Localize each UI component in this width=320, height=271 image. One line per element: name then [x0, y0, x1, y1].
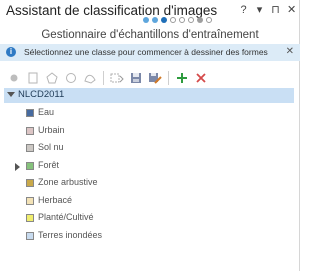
- expand-caret-icon[interactable]: [15, 162, 20, 171]
- info-bar: i Sélectionnez une classe pour commencer…: [0, 44, 300, 61]
- class-color-swatch: [26, 109, 34, 117]
- class-label: Forêt: [38, 159, 60, 170]
- info-icon: i: [6, 47, 16, 57]
- class-item[interactable]: Urbain: [4, 125, 292, 139]
- help-icon[interactable]: ?: [239, 3, 248, 17]
- options-menu-icon[interactable]: ▾: [255, 3, 264, 17]
- polygon-tool-icon[interactable]: [44, 70, 60, 86]
- class-item[interactable]: Eau: [4, 107, 292, 121]
- wizard-step-dot[interactable]: [179, 17, 185, 23]
- drawing-toolbar: [6, 68, 294, 88]
- wizard-step-dot[interactable]: [161, 17, 167, 23]
- wizard-step-dot[interactable]: [197, 17, 203, 23]
- class-item[interactable]: Sol nu: [4, 142, 292, 156]
- point-tool-icon[interactable]: [6, 70, 22, 86]
- class-color-swatch: [26, 179, 34, 187]
- info-close-icon[interactable]: ✕: [286, 46, 294, 57]
- class-color-swatch: [26, 161, 34, 170]
- remove-class-icon[interactable]: [193, 70, 209, 86]
- close-icon[interactable]: ✕: [287, 3, 296, 17]
- class-label: Sol nu: [38, 142, 64, 152]
- class-item[interactable]: Forêt: [4, 160, 292, 174]
- freehand-tool-icon[interactable]: [82, 70, 98, 86]
- schema-root-nlcd2011[interactable]: NLCD2011: [4, 88, 294, 103]
- class-color-swatch: [26, 196, 34, 205]
- wizard-step-dot[interactable]: [143, 17, 149, 23]
- collapse-caret-icon[interactable]: [7, 92, 15, 97]
- class-item[interactable]: Planté/Cultivé: [4, 212, 292, 226]
- pin-icon[interactable]: ⊓: [271, 3, 280, 17]
- info-message: Sélectionnez une classe pour commencer à…: [24, 47, 268, 57]
- save-icon[interactable]: [128, 70, 144, 86]
- class-item[interactable]: Zone arbustive: [4, 177, 292, 191]
- toolbar-separator: [168, 71, 169, 85]
- class-item[interactable]: Terres inondées: [4, 230, 292, 244]
- wizard-step-indicator: [143, 17, 212, 23]
- add-class-icon[interactable]: [174, 70, 190, 86]
- circle-tool-icon[interactable]: [63, 70, 79, 86]
- class-label: Zone arbustive: [38, 177, 98, 187]
- class-color-swatch: [26, 231, 34, 240]
- class-color-swatch: [26, 126, 34, 135]
- title-controls: ? ▾ ⊓ ✕: [239, 3, 296, 17]
- class-label: Planté/Cultivé: [38, 212, 94, 222]
- save-as-icon[interactable]: [147, 70, 163, 86]
- class-label: Terres inondées: [38, 229, 103, 240]
- toolbar-separator: [103, 71, 104, 85]
- page-subtitle: Gestionnaire d'échantillons d'entraîneme…: [41, 29, 259, 41]
- wizard-step-dot[interactable]: [188, 17, 194, 23]
- schema-root-label: NLCD2011: [18, 89, 65, 100]
- class-label: Eau: [38, 107, 55, 117]
- wizard-step-dot[interactable]: [206, 17, 212, 23]
- select-tool-icon[interactable]: [109, 70, 125, 86]
- class-color-swatch: [26, 144, 34, 152]
- pane-title: Assistant de classification d'images: [6, 3, 218, 18]
- class-item[interactable]: Herbacé: [4, 195, 292, 209]
- rectangle-tool-icon[interactable]: [25, 70, 41, 86]
- class-color-swatch: [26, 214, 34, 222]
- class-label: Urbain: [38, 124, 65, 135]
- classification-wizard-pane: Assistant de classification d'images ? ▾…: [0, 0, 300, 271]
- wizard-step-dot[interactable]: [152, 17, 158, 23]
- wizard-step-dot[interactable]: [170, 17, 176, 23]
- class-label: Herbacé: [38, 194, 73, 205]
